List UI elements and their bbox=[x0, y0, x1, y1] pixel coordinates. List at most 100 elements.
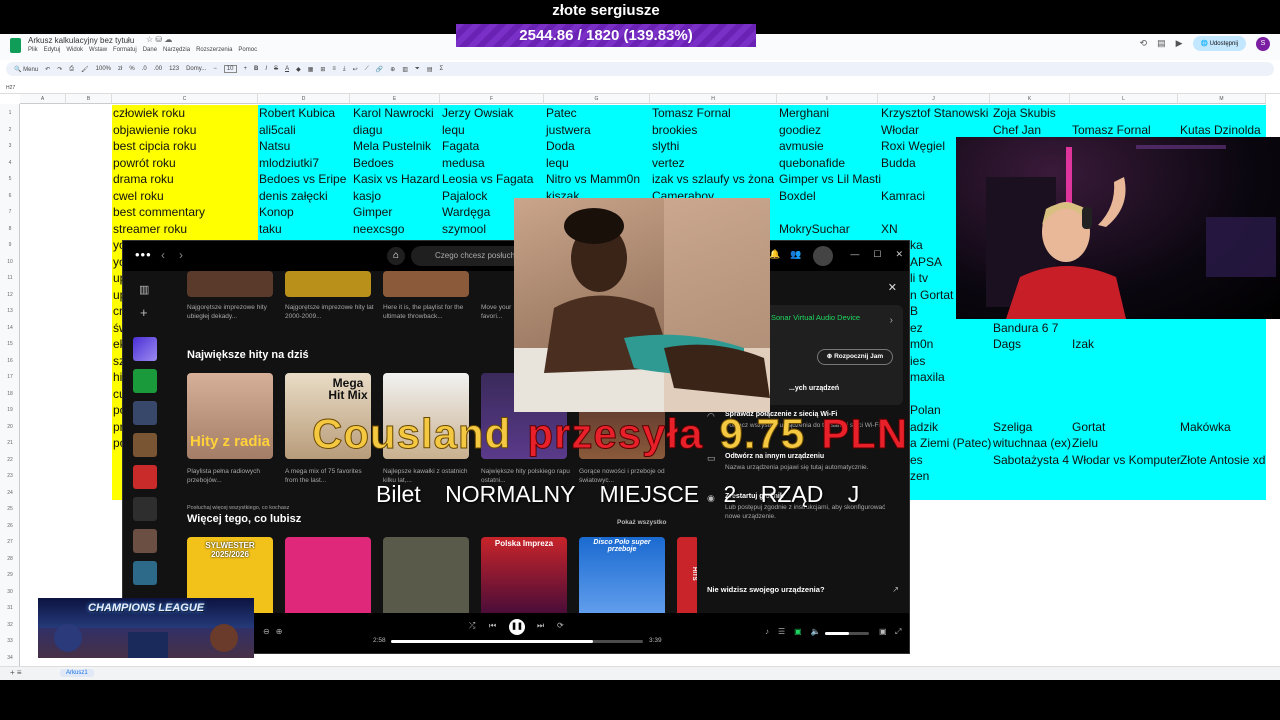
cell[interactable]: Budda bbox=[881, 155, 916, 171]
cell[interactable]: Merghani bbox=[779, 105, 829, 121]
home-icon[interactable]: ⌂ bbox=[387, 247, 405, 265]
row-header[interactable]: 21 bbox=[0, 435, 20, 452]
playlist-cover[interactable] bbox=[285, 271, 371, 297]
more-formats-button[interactable]: 123 bbox=[169, 66, 179, 72]
cell[interactable]: Włodar vs Komputer bbox=[1072, 452, 1181, 468]
decrease-decimal-icon[interactable]: .0 bbox=[142, 66, 147, 72]
cell[interactable]: Sabotażysta 4 bbox=[993, 452, 1069, 468]
valign-icon[interactable]: ⤓ bbox=[343, 66, 346, 73]
font-size-plus[interactable]: + bbox=[244, 66, 248, 72]
cell[interactable]: Gimper vs Lil Masti bbox=[779, 171, 881, 187]
percent-button[interactable]: % bbox=[129, 66, 134, 72]
row-header[interactable]: 1 bbox=[0, 105, 20, 122]
align-icon[interactable]: ≡ bbox=[332, 66, 336, 72]
row-header[interactable]: 19 bbox=[0, 402, 20, 419]
row-header[interactable]: 12 bbox=[0, 287, 20, 304]
column-header[interactable]: K bbox=[990, 94, 1070, 104]
cell[interactable]: wituchnaa (ex) bbox=[993, 435, 1071, 451]
cell[interactable]: neexcsgo bbox=[353, 221, 404, 237]
progress-bar[interactable] bbox=[391, 640, 643, 643]
filter-views-icon[interactable]: ▤ bbox=[427, 66, 433, 73]
cell[interactable]: hi bbox=[113, 369, 122, 385]
cell[interactable]: Szeliga bbox=[993, 419, 1032, 435]
cell[interactable]: człowiek roku bbox=[113, 105, 185, 121]
cell[interactable]: zen bbox=[910, 468, 929, 484]
volume-slider[interactable] bbox=[825, 632, 869, 635]
cell[interactable]: slythi bbox=[652, 138, 679, 154]
cell[interactable]: best cipcia roku bbox=[113, 138, 196, 154]
cell[interactable]: Wardęga bbox=[442, 204, 490, 220]
cell[interactable]: justwera bbox=[546, 122, 591, 138]
create-icon[interactable]: + bbox=[140, 305, 148, 320]
cell[interactable]: APSA bbox=[910, 254, 942, 270]
connect-device-icon[interactable]: ▣ bbox=[794, 627, 802, 636]
print-icon[interactable]: ⎙ bbox=[69, 66, 74, 73]
row-header[interactable]: 6 bbox=[0, 188, 20, 205]
cell[interactable]: Kasix vs Hazard bbox=[353, 171, 440, 187]
row-header[interactable]: 8 bbox=[0, 221, 20, 238]
playlist-cover[interactable]: Polska Impreza bbox=[481, 537, 567, 613]
row-header[interactable]: 14 bbox=[0, 320, 20, 337]
chevron-right-icon[interactable]: › bbox=[890, 315, 893, 326]
menu-view[interactable]: Widok bbox=[66, 47, 83, 53]
sheet-tab[interactable]: Arkusz1 bbox=[60, 669, 94, 677]
share-button[interactable]: 🌐 Udostępnij bbox=[1192, 36, 1246, 51]
column-header[interactable]: I bbox=[777, 94, 878, 104]
link-icon[interactable]: 🔗 bbox=[376, 66, 383, 73]
row-header[interactable]: 26 bbox=[0, 518, 20, 535]
cell[interactable]: powrót roku bbox=[113, 155, 176, 171]
menu-file[interactable]: Plik bbox=[28, 47, 38, 53]
cell[interactable]: ali5cali bbox=[259, 122, 296, 138]
cell[interactable]: Izak bbox=[1072, 336, 1094, 352]
cell[interactable]: quebonafide bbox=[779, 155, 845, 171]
cell[interactable]: kasjo bbox=[353, 188, 381, 204]
column-header[interactable]: B bbox=[66, 94, 112, 104]
cell[interactable]: denis załęcki bbox=[259, 188, 328, 204]
add-sheet-icon[interactable]: + ≡ bbox=[10, 668, 22, 677]
row-header[interactable]: 16 bbox=[0, 353, 20, 370]
cell[interactable]: Doda bbox=[546, 138, 575, 154]
library-icon[interactable]: ▥ bbox=[139, 283, 149, 296]
row-header[interactable]: 4 bbox=[0, 155, 20, 172]
not-see-device-link[interactable]: Nie widzisz swojego urządzenia? bbox=[707, 585, 825, 594]
shuffle-icon[interactable]: ⤮ bbox=[469, 621, 475, 631]
fill-color-icon[interactable]: ◆ bbox=[296, 66, 301, 73]
previous-icon[interactable]: ⏮ bbox=[489, 621, 496, 631]
bold-icon[interactable]: B bbox=[254, 66, 258, 72]
cell[interactable]: li tv bbox=[910, 270, 928, 286]
more-menu-icon[interactable]: ••• bbox=[135, 247, 152, 262]
row-header[interactable]: 22 bbox=[0, 452, 20, 469]
forward-arrow-icon[interactable]: › bbox=[179, 248, 183, 262]
italic-icon[interactable]: I bbox=[265, 66, 267, 72]
column-header[interactable]: J bbox=[878, 94, 990, 104]
column-header[interactable]: F bbox=[440, 94, 544, 104]
cell[interactable]: streamer roku bbox=[113, 221, 187, 237]
chart-icon[interactable]: ▥ bbox=[402, 66, 408, 73]
cell[interactable]: Zoja Skubis bbox=[993, 105, 1056, 121]
row-header[interactable]: 27 bbox=[0, 534, 20, 551]
cell[interactable]: goodiez bbox=[779, 122, 821, 138]
functions-icon[interactable]: Σ bbox=[439, 66, 443, 72]
cell[interactable]: Krzysztof Stanowski bbox=[881, 105, 988, 121]
undo-icon[interactable]: ↶ bbox=[45, 66, 50, 73]
menu-help[interactable]: Pomoc bbox=[238, 47, 257, 53]
section-title[interactable]: Więcej tego, co lubisz bbox=[187, 513, 301, 525]
plus-circle-icon[interactable]: ⊕ bbox=[276, 627, 283, 636]
user-avatar[interactable] bbox=[813, 246, 833, 266]
row-header[interactable]: 29 bbox=[0, 567, 20, 584]
playlist-cover[interactable] bbox=[187, 271, 273, 297]
menu-insert[interactable]: Wstaw bbox=[89, 47, 107, 53]
row-header[interactable]: 17 bbox=[0, 369, 20, 386]
cell[interactable]: brookies bbox=[652, 122, 697, 138]
cell[interactable]: Gortat bbox=[1072, 419, 1105, 435]
cell[interactable]: ez bbox=[910, 320, 923, 336]
cell[interactable]: cwel roku bbox=[113, 188, 164, 204]
row-header[interactable]: 30 bbox=[0, 584, 20, 601]
avatar[interactable]: S bbox=[1256, 36, 1270, 51]
playlist-cover[interactable]: HITS bbox=[677, 537, 699, 613]
row-header[interactable]: 24 bbox=[0, 485, 20, 502]
sheets-logo-icon[interactable] bbox=[10, 38, 21, 53]
row-header[interactable]: 7 bbox=[0, 204, 20, 221]
cell[interactable]: Bedoes vs Eripe bbox=[259, 171, 346, 187]
row-header[interactable]: 13 bbox=[0, 303, 20, 320]
